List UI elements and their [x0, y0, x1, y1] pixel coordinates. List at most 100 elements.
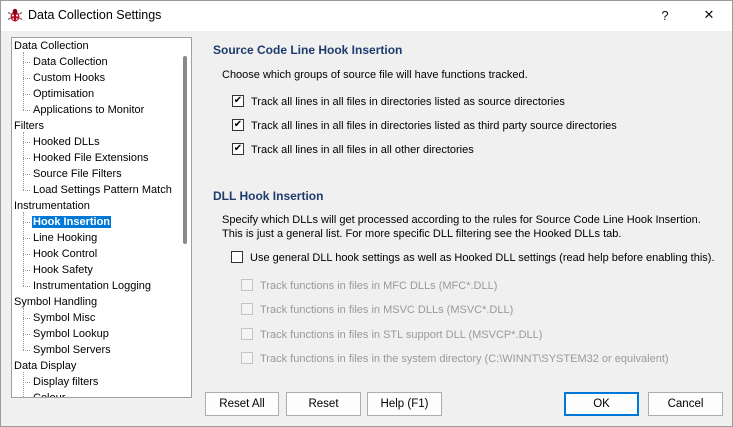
tree-item-label: Data Display	[14, 360, 77, 372]
tree-item[interactable]: Hook Insertion	[32, 214, 112, 230]
tree-connector	[23, 254, 30, 255]
tree-item-label: Symbol Handling	[14, 296, 98, 308]
reset-all-button[interactable]: Reset All	[205, 392, 279, 416]
source-section-description: Choose which groups of source file will …	[222, 69, 528, 81]
dll-description-line2: This is just a general list. For more sp…	[222, 228, 622, 240]
track-other-dirs-checkbox[interactable]	[232, 143, 244, 155]
track-system-dir-checkbox	[241, 352, 253, 364]
title-bar: Data Collection Settings ? ✕	[1, 1, 732, 31]
tree-connector	[23, 222, 30, 223]
reset-button[interactable]: Reset	[286, 392, 361, 416]
tree-item-label: Source File Filters	[33, 168, 122, 180]
dll-section-title: DLL Hook Insertion	[213, 189, 324, 203]
tree-connector	[23, 52, 24, 110]
dll-description-line1: Specify which DLLs will get processed ac…	[222, 214, 701, 226]
track-third-party-dirs-label[interactable]: Track all lines in all files in director…	[251, 120, 617, 132]
tree-item-label: Hook Safety	[33, 264, 93, 276]
tree-group[interactable]: Instrumentation	[14, 198, 90, 214]
tree-group[interactable]: Data Collection	[14, 38, 89, 54]
tree-item-label: Instrumentation	[14, 200, 90, 212]
tree-connector	[23, 94, 30, 95]
tree-connector	[23, 382, 30, 383]
ok-button[interactable]: OK	[564, 392, 639, 416]
tree-item-label: Symbol Misc	[33, 312, 96, 324]
tree-item-label: Data Collection	[14, 40, 89, 52]
help-button[interactable]: Help (F1)	[367, 392, 442, 416]
tree-group[interactable]: Filters	[14, 118, 44, 134]
tree-connector	[23, 334, 30, 335]
tree-item[interactable]: Hooked DLLs	[32, 134, 101, 150]
tree-item[interactable]: Hook Control	[32, 246, 98, 262]
tree-connector	[23, 142, 30, 143]
scrollbar-thumb[interactable]	[183, 56, 187, 244]
tree-item-label: Symbol Lookup	[33, 328, 109, 340]
tree-item-label: Custom Hooks	[33, 72, 106, 84]
tree-item-label: Display filters	[33, 376, 99, 388]
track-system-dir-label: Track functions in files in the system d…	[260, 353, 669, 365]
tree-item[interactable]: Hook Safety	[32, 262, 94, 278]
tree-item-label: Applications to Monitor	[33, 104, 145, 116]
tree-group[interactable]: Symbol Handling	[14, 294, 97, 310]
tree-connector	[23, 270, 30, 271]
tree-item[interactable]: Applications to Monitor	[32, 102, 145, 118]
cancel-button[interactable]: Cancel	[648, 392, 723, 416]
tree-item[interactable]: Source File Filters	[32, 166, 123, 182]
tree-connector	[23, 62, 30, 63]
tree-connector	[23, 318, 30, 319]
settings-tree[interactable]: Data Collection Data Collection Custom Hoo…	[11, 37, 192, 398]
track-stl-dll-label: Track functions in files in STL support …	[260, 329, 543, 341]
tree-item[interactable]: Custom Hooks	[32, 70, 106, 86]
question-mark-icon: ?	[661, 7, 669, 23]
tree-item[interactable]: Colour	[32, 390, 66, 398]
tree-item[interactable]: Instrumentation Logging	[32, 278, 152, 294]
source-section-title: Source Code Line Hook Insertion	[213, 43, 403, 57]
tree-item[interactable]: Data Collection	[32, 54, 109, 70]
tree-connector	[23, 78, 30, 79]
tree-item[interactable]: Optimisation	[32, 86, 95, 102]
tree-scrollbar[interactable]	[179, 38, 191, 397]
tree-item-label: Instrumentation Logging	[33, 280, 152, 292]
tree-item[interactable]: Hooked File Extensions	[32, 150, 150, 166]
tree-item-label: Symbol Servers	[33, 344, 111, 356]
tree-connector	[23, 132, 24, 190]
track-mfc-dlls-label: Track functions in files in MFC DLLs (MF…	[260, 280, 498, 292]
tree-item-label: Line Hooking	[33, 232, 98, 244]
tree-item[interactable]: Symbol Lookup	[32, 326, 110, 342]
track-msvc-dlls-label: Track functions in files in MSVC DLLs (M…	[260, 304, 514, 316]
tree-connector	[23, 350, 30, 351]
tree-item-label: Filters	[14, 120, 44, 132]
tree-connector	[23, 158, 30, 159]
tree-connector	[23, 308, 24, 350]
use-general-dll-settings-label[interactable]: Use general DLL hook settings as well as…	[250, 252, 715, 264]
tree-connector	[23, 238, 30, 239]
close-button[interactable]: ✕	[687, 1, 731, 29]
dialog-window: Data Collection Settings ? ✕ Data Collec…	[0, 0, 733, 427]
tree-item-label: Colour	[33, 392, 66, 398]
tree-item-label: Optimisation	[33, 88, 95, 100]
track-source-dirs-label[interactable]: Track all lines in all files in director…	[251, 96, 565, 108]
tree-item-label: Hooked DLLs	[33, 136, 100, 148]
tree-item-label: Data Collection	[33, 56, 108, 68]
tree-connector	[23, 110, 30, 111]
tree-item[interactable]: Load Settings Pattern Match	[32, 182, 173, 198]
tree-item-label: Hooked File Extensions	[33, 152, 149, 164]
track-stl-dll-checkbox	[241, 328, 253, 340]
close-icon: ✕	[703, 7, 715, 22]
track-other-dirs-label[interactable]: Track all lines in all files in all othe…	[251, 144, 474, 156]
track-source-dirs-checkbox[interactable]	[232, 95, 244, 107]
tree-connector	[23, 372, 24, 397]
window-title: Data Collection Settings	[28, 8, 162, 22]
bug-icon	[7, 8, 23, 22]
tree-connector	[23, 286, 30, 287]
tree-item-label: Hook Control	[33, 248, 98, 260]
track-third-party-dirs-checkbox[interactable]	[232, 119, 244, 131]
tree-item[interactable]: Symbol Misc	[32, 310, 96, 326]
tree-connector	[23, 174, 30, 175]
tree-item[interactable]: Display filters	[32, 374, 99, 390]
help-title-button[interactable]: ?	[643, 1, 687, 29]
tree-item-label: Load Settings Pattern Match	[33, 184, 172, 196]
use-general-dll-settings-checkbox[interactable]	[231, 251, 243, 263]
tree-connector	[23, 190, 30, 191]
tree-item[interactable]: Line Hooking	[32, 230, 98, 246]
tree-item[interactable]: Symbol Servers	[32, 342, 112, 358]
